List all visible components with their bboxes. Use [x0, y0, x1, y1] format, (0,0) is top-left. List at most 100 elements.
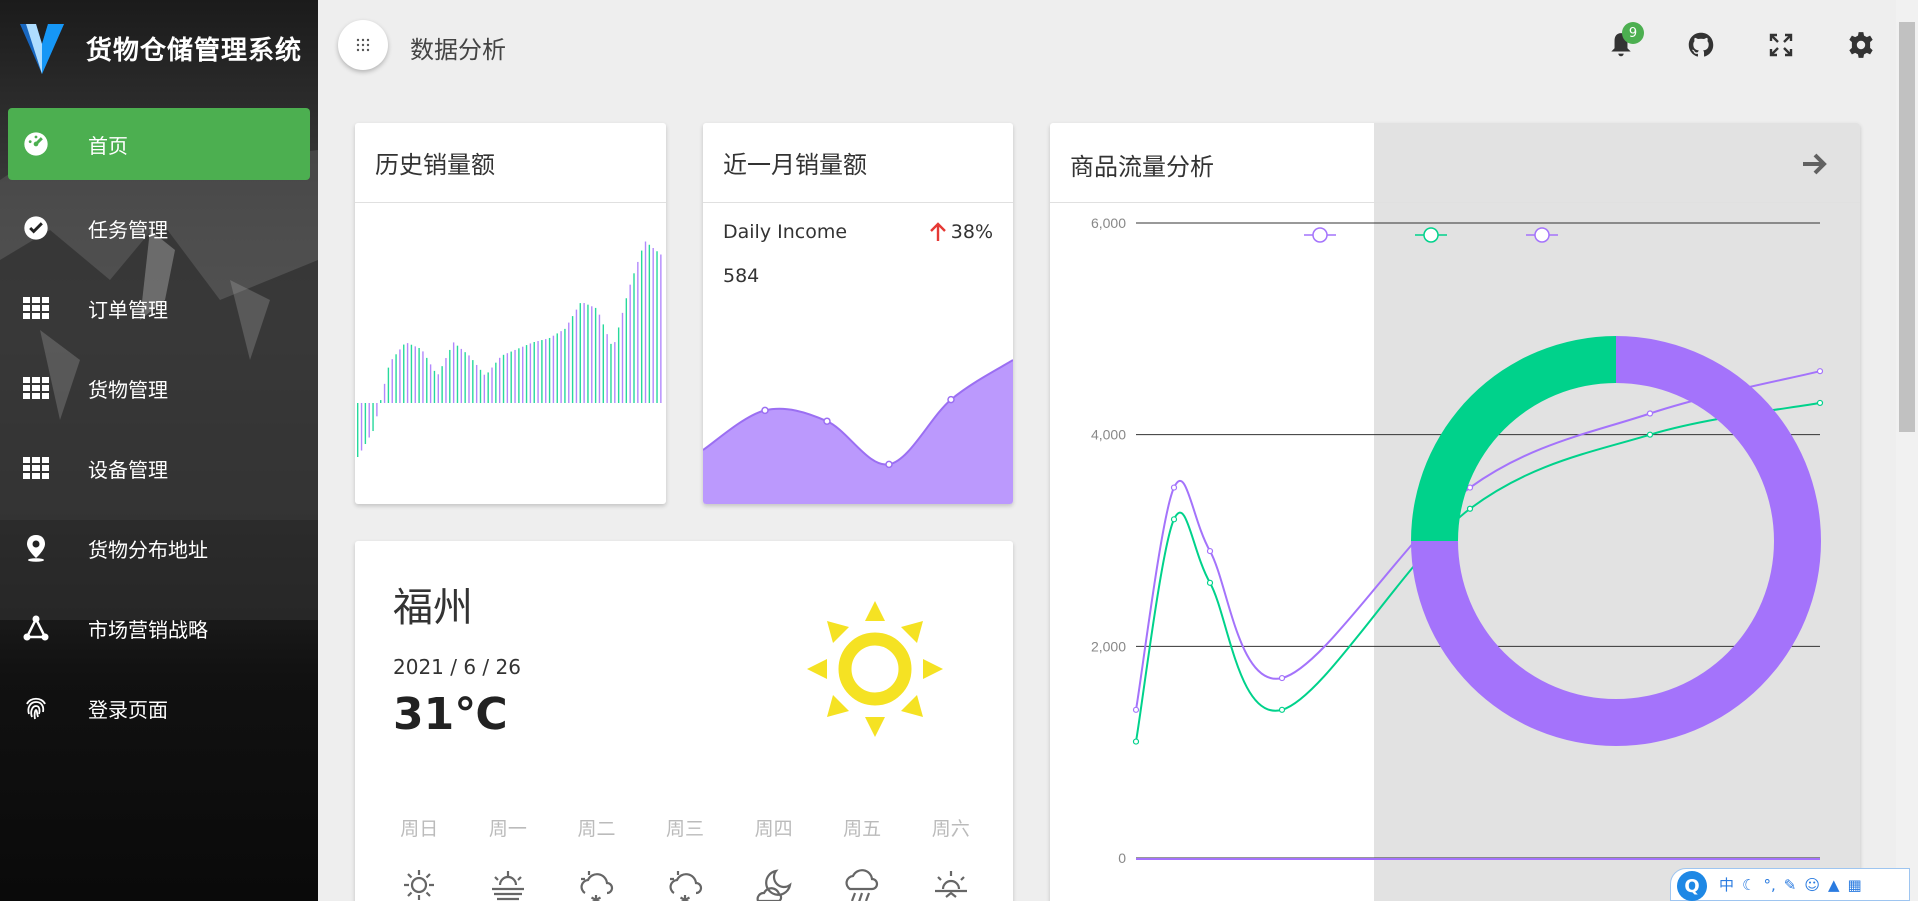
history-bar	[591, 306, 593, 403]
history-bar	[583, 303, 585, 403]
sidebar-item-label: 货物管理	[88, 377, 168, 402]
history-bar	[594, 307, 597, 403]
sidebar-item-goods[interactable]: 货物管理	[8, 348, 310, 428]
page-scrollbar[interactable]	[1896, 0, 1918, 901]
legend-marker[interactable]	[1415, 227, 1447, 243]
history-bar	[422, 351, 424, 403]
menu-grid-icon[interactable]: ▦	[1848, 876, 1862, 894]
forecast-day: 周六	[906, 814, 995, 901]
history-bar	[479, 369, 482, 403]
history-bar	[357, 403, 359, 457]
y-tick-label: 2,000	[1091, 638, 1126, 654]
fingerprint-icon	[20, 692, 52, 724]
flow-point	[1278, 674, 1286, 682]
forecast-day: 周二	[552, 814, 641, 901]
sidebar-item-home[interactable]: 首页	[8, 108, 310, 180]
history-bar	[617, 327, 620, 403]
history-bar	[403, 344, 405, 403]
history-bar	[391, 359, 393, 403]
day-name: 周五	[843, 818, 882, 840]
sidebar-item-label: 设备管理	[88, 457, 168, 482]
github-icon	[1688, 32, 1714, 57]
sidebar-item-orders[interactable]: 订单管理	[8, 268, 310, 348]
wrench-icon[interactable]: ✎	[1784, 876, 1797, 894]
day-name: 周日	[400, 818, 439, 840]
card-header: 商品流量分析	[1050, 123, 1860, 203]
emoji-icon[interactable]: ☺	[1804, 876, 1820, 894]
history-bar	[625, 298, 628, 403]
history-bar	[610, 343, 612, 403]
sidebar-item-label: 订单管理	[88, 297, 168, 322]
notification-badge: 9	[1622, 22, 1644, 44]
forecast-day: 周五	[818, 814, 907, 901]
history-bar	[648, 244, 651, 403]
scrollbar-thumb[interactable]	[1899, 22, 1915, 432]
ime-toolbar[interactable]: Q 中 ☾ °, ✎ ☺ ▲ ▦	[1670, 868, 1910, 901]
legend-marker[interactable]	[1526, 227, 1558, 243]
history-bar	[568, 322, 570, 403]
monthly-point	[761, 406, 769, 415]
income-change: 38%	[929, 221, 993, 243]
settings-icon	[1849, 32, 1873, 58]
legend-marker[interactable]	[1304, 227, 1336, 243]
day-name: 周二	[577, 818, 616, 840]
monthly-point	[823, 417, 831, 425]
goods-flow-card: 商品流量分析 0 2,000 4,000 6,000	[1050, 123, 1860, 901]
history-bar	[541, 340, 543, 403]
history-bar	[629, 284, 631, 403]
history-bar	[614, 342, 616, 403]
history-bar	[621, 312, 624, 403]
monthly-point	[885, 460, 893, 469]
history-bar	[510, 351, 512, 403]
history-bar	[560, 331, 562, 403]
sidebar-item-distribution[interactable]: 货物分布地址	[8, 508, 310, 588]
ime-language[interactable]: 中	[1719, 874, 1734, 895]
weather-city: 福州	[393, 585, 473, 631]
history-bar	[575, 309, 578, 403]
card-title: 商品流量分析	[1070, 153, 1214, 181]
history-bar	[445, 358, 447, 403]
forecast-day: 周三	[641, 814, 730, 901]
grid-icon	[20, 372, 52, 404]
history-bar	[376, 403, 378, 417]
history-bar	[525, 345, 528, 403]
brand: 货物仓储管理系统	[0, 0, 318, 96]
history-bar	[399, 349, 401, 403]
weekly-forecast: 周日 周一 周二 周三 周四 周五 周六	[375, 814, 995, 901]
sidebar-item-devices[interactable]: 设备管理	[8, 428, 310, 508]
forecast-day: 周日	[375, 814, 464, 901]
flow-point	[1206, 579, 1214, 586]
moon-icon[interactable]: ☾	[1742, 876, 1755, 894]
sidebar-item-login[interactable]: 登录页面	[8, 668, 310, 748]
sidebar-item-tasks[interactable]: 任务管理	[8, 188, 310, 268]
snow-cloud-icon	[669, 871, 703, 901]
punctuation-icon[interactable]: °,	[1763, 876, 1775, 894]
map-pin-icon	[20, 532, 52, 564]
daily-income-label: Daily Income	[723, 221, 848, 243]
history-bar	[606, 334, 608, 403]
daily-income-value: 584	[723, 265, 760, 287]
history-sales-chart	[357, 241, 662, 457]
github-button[interactable]	[1684, 28, 1718, 62]
fullscreen-button[interactable]	[1764, 28, 1798, 62]
history-bar	[644, 241, 647, 403]
arrow-right-icon[interactable]	[1800, 149, 1830, 179]
history-bar	[564, 328, 566, 403]
forecast-day: 周四	[729, 814, 818, 901]
sidebar-item-marketing[interactable]: 市场营销战略	[8, 588, 310, 668]
sunrise-icon	[934, 871, 967, 898]
history-bar	[579, 303, 581, 403]
moon-cloud-icon	[756, 869, 792, 901]
network-icon	[20, 612, 52, 644]
menu-toggle-button[interactable]	[338, 20, 388, 70]
notifications-button[interactable]: 9	[1604, 22, 1644, 62]
history-bar	[637, 261, 639, 403]
flow-point	[1816, 399, 1824, 407]
weather-temperature: 31℃	[393, 689, 508, 740]
grid-icon	[20, 292, 52, 324]
settings-button[interactable]	[1844, 28, 1878, 62]
skin-icon[interactable]: ▲	[1828, 876, 1840, 894]
flow-point	[1646, 410, 1654, 417]
history-bar	[418, 347, 420, 403]
history-bar	[506, 353, 509, 403]
